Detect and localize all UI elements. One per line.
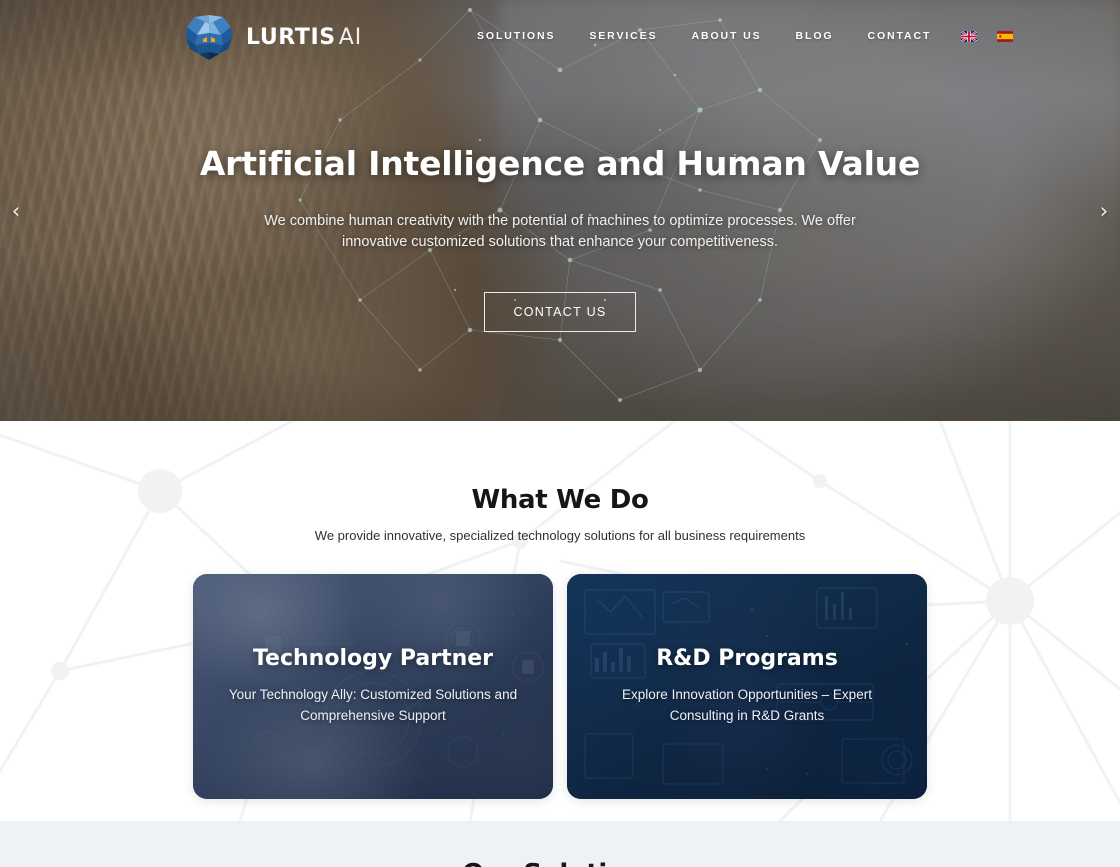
card-rd-programs[interactable]: R&D Programs Explore Innovation Opportun… bbox=[567, 574, 927, 799]
spain-flag-icon[interactable] bbox=[997, 30, 1014, 42]
hero-carousel-slide: LURTIS AI SOLUTIONS SERVICES ABOUT US BLO… bbox=[0, 0, 1120, 421]
chevron-left-icon: ‹ bbox=[11, 198, 21, 223]
what-we-do-section: What We Do We provide innovative, specia… bbox=[0, 421, 1120, 821]
nav-item-solutions[interactable]: SOLUTIONS bbox=[477, 30, 555, 42]
main-navigation: SOLUTIONS SERVICES ABOUT US BLOG CONTACT bbox=[477, 30, 1014, 42]
card-description: Your Technology Ally: Customized Solutio… bbox=[228, 687, 518, 724]
carousel-prev-arrow[interactable]: ‹ bbox=[2, 197, 30, 225]
brand-logo-link[interactable]: LURTIS AI bbox=[183, 13, 362, 61]
card-description: Explore Innovation Opportunities – Exper… bbox=[622, 687, 872, 724]
chevron-right-icon: › bbox=[1099, 198, 1109, 223]
brand-name: LURTIS AI bbox=[246, 24, 363, 50]
card-title: R&D Programs bbox=[656, 645, 838, 671]
carousel-next-arrow[interactable]: › bbox=[1090, 197, 1118, 225]
bear-head-logo-icon bbox=[186, 15, 232, 60]
what-we-do-subtitle: We provide innovative, specialized techn… bbox=[314, 528, 806, 543]
brand-suffix: AI bbox=[338, 24, 363, 50]
uk-flag-icon[interactable] bbox=[961, 30, 978, 42]
card-technology-partner[interactable]: Technology Partner Your Technology Ally:… bbox=[193, 574, 553, 799]
nav-item-about-us[interactable]: ABOUT US bbox=[691, 30, 761, 42]
what-we-do-card-list: Technology Partner Your Technology Ally:… bbox=[0, 574, 1120, 799]
card-title: Technology Partner bbox=[252, 645, 494, 671]
site-header: LURTIS AI SOLUTIONS SERVICES ABOUT US BLO… bbox=[0, 0, 1120, 76]
hero-contact-us-button[interactable]: CONTACT US bbox=[484, 292, 636, 333]
hero-subtitle: We combine human creativity with the pot… bbox=[264, 212, 856, 251]
nav-item-services[interactable]: SERVICES bbox=[589, 30, 657, 42]
language-switcher bbox=[961, 30, 1014, 42]
nav-item-blog[interactable]: BLOG bbox=[796, 30, 834, 42]
hero-content: Artificial Intelligence and Human Value … bbox=[0, 144, 1120, 333]
hero-title: Artificial Intelligence and Human Value bbox=[199, 144, 921, 183]
what-we-do-title: What We Do bbox=[471, 485, 649, 515]
our-solutions-title: Our Solutions bbox=[0, 859, 1120, 867]
our-solutions-section: Our Solutions bbox=[0, 821, 1120, 867]
page-root: LURTIS AI SOLUTIONS SERVICES ABOUT US BLO… bbox=[0, 0, 1120, 867]
nav-item-contact[interactable]: CONTACT bbox=[867, 30, 931, 42]
